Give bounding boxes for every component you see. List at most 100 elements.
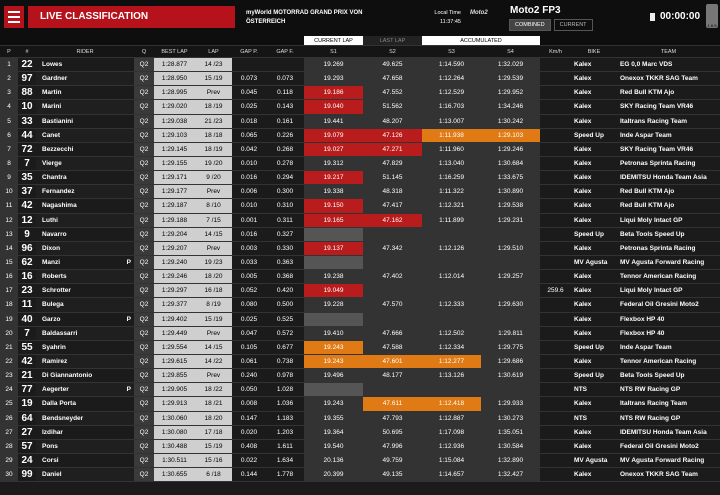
accumulated-select[interactable]: ACCUMULATED: [422, 36, 540, 46]
table-row[interactable]: 5 33 Bastianini Q2 1:29.038 21 /23 0.018 0.161 1…: [0, 114, 720, 129]
cell-s2: 47.570: [363, 297, 422, 313]
table-row[interactable]: 6 44 Canet Q2 1:29.103 18 /18 0.065 0.226 19.079…: [0, 128, 720, 143]
cell-n: 37: [18, 184, 36, 200]
table-row[interactable]: 22 42 Ramirez Q2 1:29.615 14 /22 0.061 0.738 19.…: [0, 354, 720, 370]
cell-q: Q2: [134, 326, 154, 341]
cell-rider: Di Giannantonio: [36, 368, 134, 384]
table-row[interactable]: 10 37 Fernandez Q2 1:29.177 Prev 0.006 0.300 19.…: [0, 184, 720, 200]
table-row[interactable]: 13 9 Navarro Q2 1:29.204 14 /15 0.016 0.327 Spee…: [0, 227, 720, 242]
table-row[interactable]: 9 35 Chantra Q2 1:29.171 9 /20 0.016 0.294 19.21…: [0, 170, 720, 186]
cell-lap: 15 /19: [195, 439, 232, 454]
table-row[interactable]: 14 96 Dixon Q2 1:29.207 Prev 0.003 0.330 19.137 4…: [0, 241, 720, 256]
table-row[interactable]: 24 77 Aegerter P Q2 1:29.905 18 /22 0.050 1.028 N…: [0, 382, 720, 398]
cell-s4: 1:29.103: [481, 128, 540, 143]
cell-s2: 47.666: [363, 326, 422, 341]
table-row[interactable]: 17 23 Schrotter Q2 1:29.297 16 /18 0.052 0.420 1…: [0, 283, 720, 299]
table-row[interactable]: 30 99 Daniel Q2 1:30.655 6 /18 0.144 1.778 20.39…: [0, 467, 720, 483]
cell-s2: 47.996: [363, 439, 422, 454]
cell-s1: 19.410: [304, 326, 363, 341]
cell-p: 4: [0, 99, 18, 115]
table-row[interactable]: 15 62 Manzi P Q2 1:29.240 19 /23 0.033 0.363 MV A…: [0, 255, 720, 271]
table-row[interactable]: 18 11 Bulega Q2 1:29.377 8 /19 0.080 0.500 19.22…: [0, 297, 720, 313]
rider-name: Canet: [42, 131, 61, 139]
last-lap-label[interactable]: LAST LAP: [363, 36, 422, 46]
column-header: BIKE: [571, 45, 617, 58]
column-header: S1: [304, 45, 363, 58]
table-row[interactable]: 1 22 Lowes Q2 1:28.877 14 /23 19.269 49.625 1:14…: [0, 57, 720, 73]
table-row[interactable]: 29 24 Corsi Q2 1:30.511 15 /16 0.022 1.634 20.13…: [0, 453, 720, 469]
rider-name: Bendsneyder: [42, 414, 84, 422]
cell-s1: 19.027: [304, 142, 363, 157]
cell-n: 27: [18, 425, 36, 440]
cell-p: 8: [0, 156, 18, 172]
table-row[interactable]: 8 7 Vierge Q2 1:29.155 19 /20 0.010 0.278 19.312…: [0, 156, 720, 172]
cell-kmh: [540, 425, 571, 440]
cell-lap: 18 /20: [195, 269, 232, 285]
table-row[interactable]: 12 12 Luthi Q2 1:29.188 7 /15 0.001 0.311 19.165…: [0, 213, 720, 228]
table-row[interactable]: 21 55 Syahrin Q2 1:29.554 14 /15 0.105 0.677 19.…: [0, 340, 720, 355]
table-row[interactable]: 28 57 Pons Q2 1:30.488 15 /19 0.408 1.611 19.540…: [0, 439, 720, 454]
cell-bike: Kalex: [571, 142, 617, 157]
session-timer: 00:00:00: [660, 11, 701, 22]
table-row[interactable]: 11 42 Nagashima Q2 1:29.187 8 /10 0.010 0.310 19…: [0, 198, 720, 214]
cell-rider: Baldassarri: [36, 326, 134, 341]
cell-lap: Prev: [195, 326, 232, 341]
cell-best: 1:30.655: [154, 467, 195, 483]
cell-q: Q2: [134, 368, 154, 384]
cell-bike: Kalex: [571, 425, 617, 440]
cell-kmh: [540, 297, 571, 313]
cell-gf: 0.420: [266, 283, 304, 299]
cell-gf: 0.500: [266, 297, 304, 313]
cell-n: 19: [18, 396, 36, 412]
cell-team: Onexox TKKR SAG Team: [617, 71, 720, 87]
tab-combined[interactable]: COMBINED: [509, 19, 551, 31]
table-row[interactable]: 4 10 Marini Q2 1:29.020 18 /19 0.025 0.143 19.04…: [0, 99, 720, 115]
cell-s1: 19.150: [304, 198, 363, 214]
cell-rider: Daniel: [36, 467, 134, 483]
cell-best: 1:29.297: [154, 283, 195, 299]
current-lap-label[interactable]: CURRENT LAP: [304, 36, 363, 46]
cell-s2: 51.562: [363, 99, 422, 115]
side-handle[interactable]: 1.6.9: [706, 4, 718, 28]
cell-s2: 49.625: [363, 57, 422, 73]
cell-p: 23: [0, 368, 18, 384]
cell-s2: [363, 227, 422, 242]
rider-name: Martin: [42, 89, 62, 97]
table-row[interactable]: 20 7 Baldassarri Q2 1:29.449 Prev 0.047 0.572 19…: [0, 326, 720, 341]
table-row[interactable]: 3 88 Martin Q2 1:28.995 Prev 0.045 0.118 19.186 4…: [0, 85, 720, 101]
table-row[interactable]: 25 19 Dalla Porta Q2 1:29.913 18 /21 0.008 1.03…: [0, 396, 720, 412]
cell-q: Q2: [134, 255, 154, 271]
table-row[interactable]: 16 16 Roberts Q2 1:29.246 18 /20 0.005 0.368 19.…: [0, 269, 720, 285]
cell-s4: 1:29.952: [481, 85, 540, 101]
cell-n: 16: [18, 269, 36, 285]
cell-q: Q2: [134, 184, 154, 200]
table-row[interactable]: 2 97 Gardner Q2 1:28.950 15 /19 0.073 0.073 19.2…: [0, 71, 720, 87]
cell-s2: 47.658: [363, 71, 422, 87]
cell-s2: 48.318: [363, 184, 422, 200]
cell-gp: 0.022: [232, 453, 266, 469]
cell-team: Red Bull KTM Ajo: [617, 198, 720, 214]
cell-q: Q2: [134, 99, 154, 115]
cell-s4: 1:29.538: [481, 198, 540, 214]
cell-lap: Prev: [195, 85, 232, 101]
cell-s1: 19.355: [304, 411, 363, 426]
menu-icon[interactable]: [4, 6, 24, 28]
column-header: GAP P.: [232, 45, 266, 58]
cell-kmh: [540, 114, 571, 129]
cell-best: 1:29.240: [154, 255, 195, 271]
cell-team: IDEMITSU Honda Team Asia: [617, 425, 720, 440]
cell-gf: 0.363: [266, 255, 304, 271]
table-row[interactable]: 27 27 Izdihar Q2 1:30.080 17 /18 0.020 1.203 19.…: [0, 425, 720, 440]
cell-gp: 0.073: [232, 71, 266, 87]
cell-n: 57: [18, 439, 36, 454]
table-row[interactable]: 19 40 Garzo P Q2 1:29.402 15 /19 0.025 0.525 Kale…: [0, 312, 720, 327]
table-row[interactable]: 23 21 Di Giannantonio Q2 1:29.855 Prev 0.240 0.…: [0, 368, 720, 384]
tab-current[interactable]: CURRENT: [553, 19, 593, 31]
column-header: S4: [481, 45, 540, 58]
cell-best: 1:29.038: [154, 114, 195, 129]
cell-gp: 0.105: [232, 340, 266, 355]
table-row[interactable]: 26 64 Bendsneyder Q2 1:30.060 18 /20 0.147 1.18…: [0, 411, 720, 426]
cell-gp: 0.006: [232, 184, 266, 200]
table-row[interactable]: 7 72 Bezzecchi Q2 1:29.145 18 /19 0.042 0.268 19…: [0, 142, 720, 157]
cell-bike: Kalex: [571, 57, 617, 73]
